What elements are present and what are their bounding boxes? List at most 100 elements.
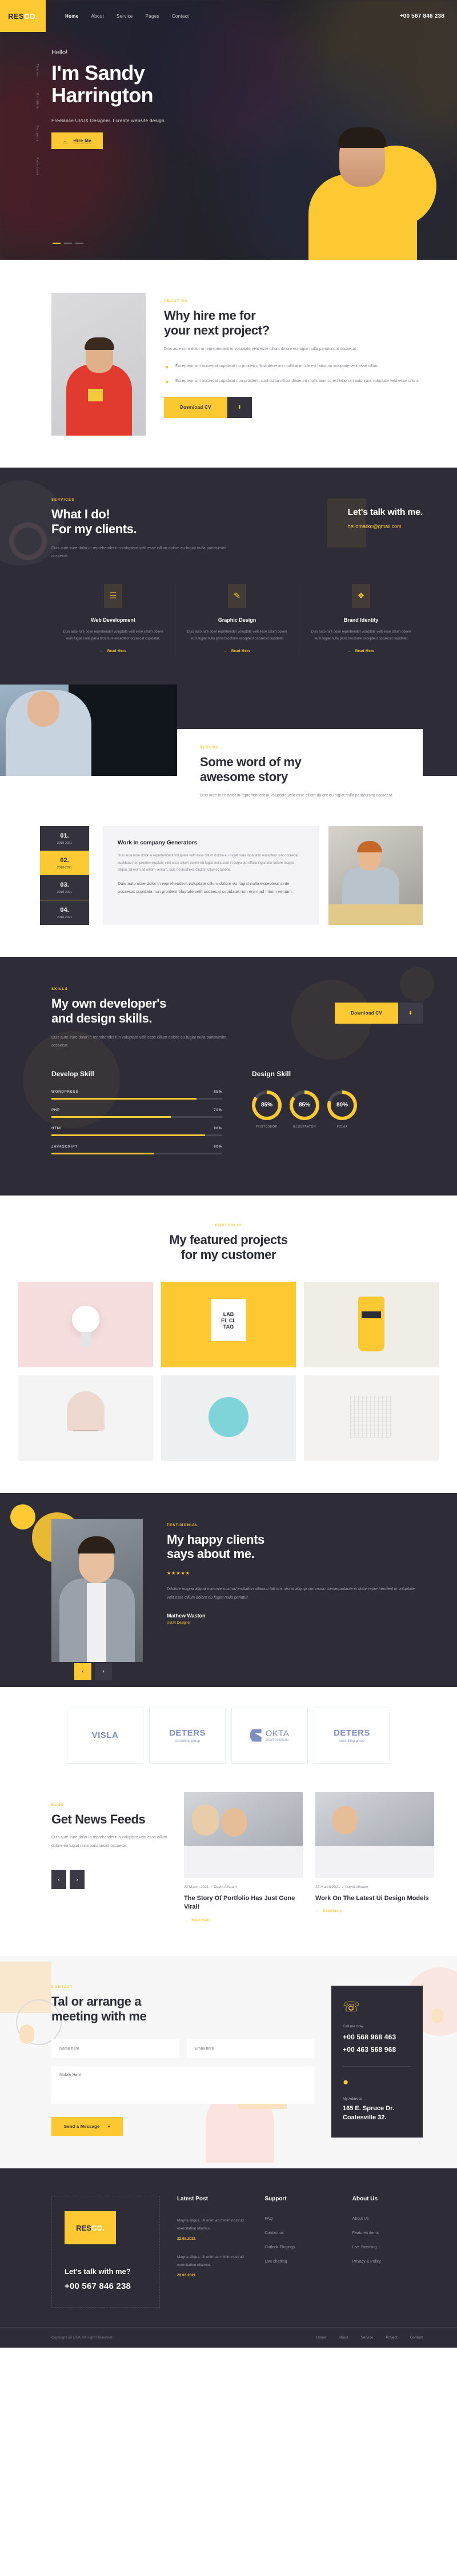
portfolio-item-label-tag[interactable]: LAB EL CL TAG xyxy=(161,1281,296,1367)
resume-step-3[interactable]: 03. 2018-2021 xyxy=(40,875,89,900)
footer-link-faq[interactable]: FAQ xyxy=(264,2217,335,2221)
contact-title: Tal or arrange a meeting with me xyxy=(51,1994,314,2024)
download-icon[interactable]: ⬇ xyxy=(227,396,252,418)
lightbulb-icon xyxy=(72,1305,99,1333)
testimonial-photo-shirt xyxy=(87,1583,106,1662)
footer-link-privacy-policy[interactable]: Privacy & Policy xyxy=(352,2260,423,2264)
nav-item-home[interactable]: Home xyxy=(65,14,78,19)
name-input[interactable] xyxy=(51,2039,179,2059)
brand-logo-okta[interactable]: OKTA smart solutions xyxy=(231,1707,308,1764)
resume-step-1[interactable]: 01. 2018-2021 xyxy=(40,826,89,851)
blog-post-card[interactable]: 22 March 2021 / David Alheam Work On The… xyxy=(315,1792,434,1925)
chevron-right-icon[interactable]: › xyxy=(70,1870,85,1890)
about-title-line1: Why hire me for xyxy=(164,308,256,323)
tag-text: LAB EL CL TAG xyxy=(211,1299,246,1331)
message-textarea[interactable] xyxy=(51,2066,314,2104)
footer-nav-service[interactable]: Service xyxy=(361,2336,374,2340)
chevron-left-icon[interactable]: ‹ xyxy=(51,1870,66,1890)
footer-link-live-streming[interactable]: Live Streming xyxy=(352,2245,423,2249)
hero-slider-dots[interactable] xyxy=(53,243,83,244)
resume-step-4[interactable]: 04. 2018-2021 xyxy=(40,900,89,925)
skill-track xyxy=(51,1097,222,1100)
footer-nav-about[interactable]: About xyxy=(339,2336,348,2340)
skill-name: WORDPRESS xyxy=(51,1090,79,1094)
nav-phone[interactable]: +00 567 846 238 xyxy=(400,13,444,19)
portfolio-item-lightbulb[interactable] xyxy=(18,1281,153,1367)
skills-body: Develop Skill WORDPRESS 85% PHP 70% HTML 90… xyxy=(51,1070,423,1164)
contact-phone-2[interactable]: +00 463 568 968 xyxy=(343,2046,411,2054)
social-facebook[interactable]: Facebook xyxy=(35,158,39,176)
chevron-right-icon[interactable]: › xyxy=(95,1663,112,1680)
nav-item-contact[interactable]: Contact xyxy=(172,14,189,19)
footer-link-live-chatting[interactable]: Live chatting xyxy=(264,2260,335,2264)
footer-link-features-items[interactable]: Features items xyxy=(352,2231,423,2235)
skill-value: 70% xyxy=(214,1108,222,1112)
portfolio-title: My featured projects for my customer xyxy=(0,1233,457,1262)
services-section: SERVICES What I do! For my clients. Duis… xyxy=(0,468,457,685)
download-icon[interactable]: ⬇ xyxy=(398,1003,423,1024)
skill-bar: HTML 90% xyxy=(51,1127,222,1136)
portfolio-item-texture[interactable] xyxy=(304,1375,439,1461)
footer-link-about-us[interactable]: About Us xyxy=(352,2217,423,2221)
footer-link-contact-us[interactable]: Contact us xyxy=(264,2231,335,2235)
nav-item-service[interactable]: Service xyxy=(117,14,133,19)
send-message-button[interactable]: Send a Message + xyxy=(51,2117,123,2136)
ring-label: ILLUSTRATOR xyxy=(292,1125,316,1129)
blog-read-more[interactable]: → Read More xyxy=(184,1919,211,1922)
slider-dot-1[interactable] xyxy=(53,243,61,244)
brand-logo-visla[interactable]: VISLA xyxy=(67,1707,143,1764)
slider-dot-2[interactable] xyxy=(64,243,72,244)
brand-name: VISLA xyxy=(91,1730,119,1741)
brand-name: OKTA xyxy=(265,1729,290,1739)
nav-item-pages[interactable]: Pages xyxy=(146,14,159,19)
about-content: ABOUT ME Why hire me for your next proje… xyxy=(164,293,419,436)
email-input[interactable] xyxy=(187,2039,314,2059)
blog-post-card[interactable]: 22 March 2021 / David Alheam The Story O… xyxy=(184,1792,303,1925)
footer-nav-home[interactable]: Home xyxy=(316,2336,326,2340)
service-read-more[interactable]: → Read More xyxy=(100,650,127,653)
resume-step-2[interactable]: 02. 2018-2021 xyxy=(40,851,89,876)
service-card[interactable]: ✎ Graphic Design Duis auto rure dolor re… xyxy=(175,583,299,655)
service-read-more[interactable]: → Read More xyxy=(224,650,251,653)
nav-item-about[interactable]: About xyxy=(91,14,103,19)
portfolio-item-coffee-cup[interactable] xyxy=(304,1281,439,1367)
contact-phone-1[interactable]: +00 568 968 463 xyxy=(343,2033,411,2041)
footer-link-outlook-plugings[interactable]: Outlook Plugings xyxy=(264,2245,335,2249)
footer-nav-contact[interactable]: Contact xyxy=(410,2336,423,2340)
resume-detail-title: Work in company Generators xyxy=(118,840,198,847)
service-card-title: Graphic Design xyxy=(218,617,256,623)
contact-section: CONTACT Tal or arrange a meeting with me… xyxy=(0,1956,457,2169)
brand-logo-deters-2[interactable]: DETERS consulting group xyxy=(314,1707,390,1764)
brand-logo-deters-1[interactable]: DETERS consulting group xyxy=(149,1707,226,1764)
skill-name: HTML xyxy=(51,1126,63,1130)
hire-me-button[interactable]: → Hire Me xyxy=(51,132,103,150)
about-paragraph: Duis aute irure dolor in reprehenderit i… xyxy=(164,347,358,351)
brand-logos-section: VISLA DETERS consulting group OKTA smart… xyxy=(0,1687,457,1786)
resume-title-line2: awesome story xyxy=(200,769,288,784)
footer-nav-project[interactable]: Project xyxy=(386,2336,397,2340)
address-caption: My Address xyxy=(343,2097,362,2102)
download-cv-button[interactable]: Download CV xyxy=(164,396,227,418)
site-logo[interactable]: RESCO. xyxy=(0,0,46,32)
footer-post-date: 22.03.2021 xyxy=(177,2237,196,2241)
footer-phone[interactable]: +00 567 846 238 xyxy=(65,2281,147,2291)
step-number: 01. xyxy=(60,832,69,840)
portfolio-item-chair[interactable] xyxy=(18,1375,153,1461)
download-cv-button[interactable]: Download CV xyxy=(335,1003,398,1024)
portfolio-item-clock[interactable] xyxy=(161,1375,296,1461)
contact-row: CONTACT Tal or arrange a meeting with me… xyxy=(0,1986,457,2138)
blog-post-title: Work On The Latest Ui Design Models xyxy=(315,1894,429,1902)
blog-post-author: David Alheam xyxy=(345,1885,368,1889)
ring-label: FIGMA xyxy=(336,1125,348,1129)
chevron-left-icon[interactable]: ‹ xyxy=(74,1663,91,1680)
skill-bar: JAVASCRIPT 60% xyxy=(51,1145,222,1154)
service-read-more[interactable]: → Read More xyxy=(348,650,375,653)
service-card[interactable]: ❖ Brand Identity Duis auto rure dolor re… xyxy=(299,583,423,655)
blog-read-more[interactable]: → Read More xyxy=(315,1910,342,1913)
resume-card: RESUME Some word of my awesome story Dui… xyxy=(177,728,423,816)
blog-post-date: 22 March 2021 xyxy=(315,1885,340,1889)
hero-content: Hello! I'm Sandy Harrington Freelance UI… xyxy=(0,32,457,150)
slider-dot-3[interactable] xyxy=(75,243,83,244)
service-card[interactable]: ☰ Web Development Duis auto rure dolor r… xyxy=(51,583,175,655)
footer-logo[interactable]: RES CO. xyxy=(65,2211,116,2245)
